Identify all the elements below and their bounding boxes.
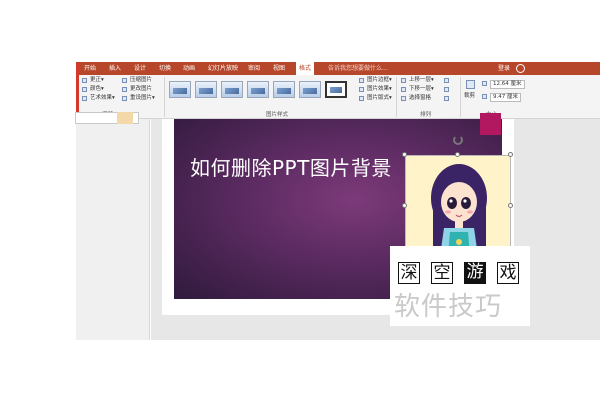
group-divider [396, 77, 397, 117]
ribbon-format-panel: 更正▾ 颜色▾ 艺术效果▾ 压缩图片 更改图片 重设图片▾ 调整 图片样式 图片… [76, 75, 600, 119]
color-button[interactable]: 颜色▾ [90, 86, 104, 93]
picture-style-4[interactable] [247, 81, 269, 98]
resize-handle-top-left[interactable] [402, 152, 407, 157]
tab-review[interactable]: 审阅 [248, 62, 260, 75]
picture-style-2[interactable] [195, 81, 217, 98]
group-label-picture-styles: 图片样式 [266, 112, 289, 118]
tab-transitions[interactable]: 切换 [159, 62, 171, 75]
align-icon[interactable] [444, 78, 449, 83]
slide-title[interactable]: 如何删除PPT图片背景 [190, 152, 392, 181]
user-icon[interactable] [516, 64, 525, 73]
resize-handle-top-right[interactable] [508, 152, 513, 157]
tab-insert[interactable]: 插入 [109, 62, 121, 75]
watermark-char: 游 [464, 262, 486, 284]
cartoon-girl-illustration [431, 164, 487, 254]
crop-icon[interactable] [466, 80, 475, 89]
rotate-objects-icon[interactable] [444, 96, 449, 101]
tab-view[interactable]: 视图 [273, 62, 285, 75]
picture-border-button[interactable]: 图片边框▾ [367, 77, 392, 84]
height-icon [482, 81, 487, 86]
tab-home[interactable]: 开始 [84, 62, 96, 75]
bring-forward-button[interactable]: 上移一层▾ [409, 77, 434, 84]
picture-effects-icon [359, 87, 364, 92]
color-icon [82, 87, 87, 92]
picture-style-3[interactable] [221, 81, 243, 98]
send-backward-icon [401, 87, 406, 92]
picture-style-7[interactable] [325, 81, 347, 98]
group-divider [460, 77, 461, 117]
rotate-handle-icon[interactable] [453, 135, 463, 145]
ribbon-tab-bar: 开始 插入 设计 切换 动画 幻灯片放映 审阅 视图 格式 告诉我您想要做什么.… [76, 62, 600, 75]
tab-design[interactable]: 设计 [134, 62, 146, 75]
group-label-arrange: 排列 [420, 112, 432, 118]
watermark-char: 戏 [497, 262, 519, 284]
compress-icon [122, 78, 127, 83]
group-divider [164, 77, 165, 117]
change-picture-button[interactable]: 更改图片 [130, 86, 152, 93]
reset-picture-button[interactable]: 重设图片▾ [130, 95, 155, 102]
selection-pane-icon [401, 96, 406, 101]
resize-handle-right[interactable] [508, 203, 513, 208]
selection-pane-button[interactable]: 选择窗格 [409, 95, 431, 102]
highlight-marker [76, 62, 79, 116]
corrections-button[interactable]: 更正▾ [90, 77, 104, 84]
picture-layout-button[interactable]: 图片版式▾ [367, 95, 392, 102]
thumbnail-picture [117, 112, 133, 124]
decorative-block [480, 113, 501, 135]
selected-picture[interactable] [405, 155, 511, 255]
picture-style-1[interactable] [169, 81, 191, 98]
watermark-char: 空 [431, 262, 453, 284]
send-backward-button[interactable]: 下移一层▾ [409, 86, 434, 93]
crop-button[interactable]: 裁剪 [464, 93, 475, 100]
artistic-effects-button[interactable]: 艺术效果▾ [90, 95, 115, 102]
tell-me-search[interactable]: 告诉我您想要做什么... [328, 62, 388, 75]
height-field[interactable]: 12.64 厘米 [490, 80, 525, 89]
width-field[interactable]: 9.47 厘米 [490, 93, 521, 102]
login-link[interactable]: 登录 [498, 62, 510, 75]
slide-thumbnail-pane [76, 119, 150, 340]
tab-slideshow[interactable]: 幻灯片放映 [208, 62, 238, 75]
reset-picture-icon [122, 96, 127, 101]
tab-animations[interactable]: 动画 [183, 62, 195, 75]
resize-handle-top[interactable] [455, 152, 460, 157]
artistic-effects-icon [82, 96, 87, 101]
watermark-char: 深 [398, 262, 420, 284]
picture-style-5[interactable] [273, 81, 295, 98]
bring-forward-icon [401, 78, 406, 83]
resize-handle-left[interactable] [402, 203, 407, 208]
corrections-icon [82, 78, 87, 83]
compress-pictures-button[interactable]: 压缩图片 [130, 77, 152, 84]
change-picture-icon [122, 87, 127, 92]
picture-layout-icon [359, 96, 364, 101]
picture-border-icon [359, 78, 364, 83]
picture-effects-button[interactable]: 图片效果▾ [367, 86, 392, 93]
group-icon[interactable] [444, 87, 449, 92]
powerpoint-window: 开始 插入 设计 切换 动画 幻灯片放映 审阅 视图 格式 告诉我您想要做什么.… [0, 0, 600, 400]
watermark-subtitle: 软件技巧 [394, 292, 503, 322]
picture-style-6[interactable] [299, 81, 321, 98]
width-icon [482, 94, 487, 99]
tab-format[interactable]: 格式 [296, 62, 315, 75]
